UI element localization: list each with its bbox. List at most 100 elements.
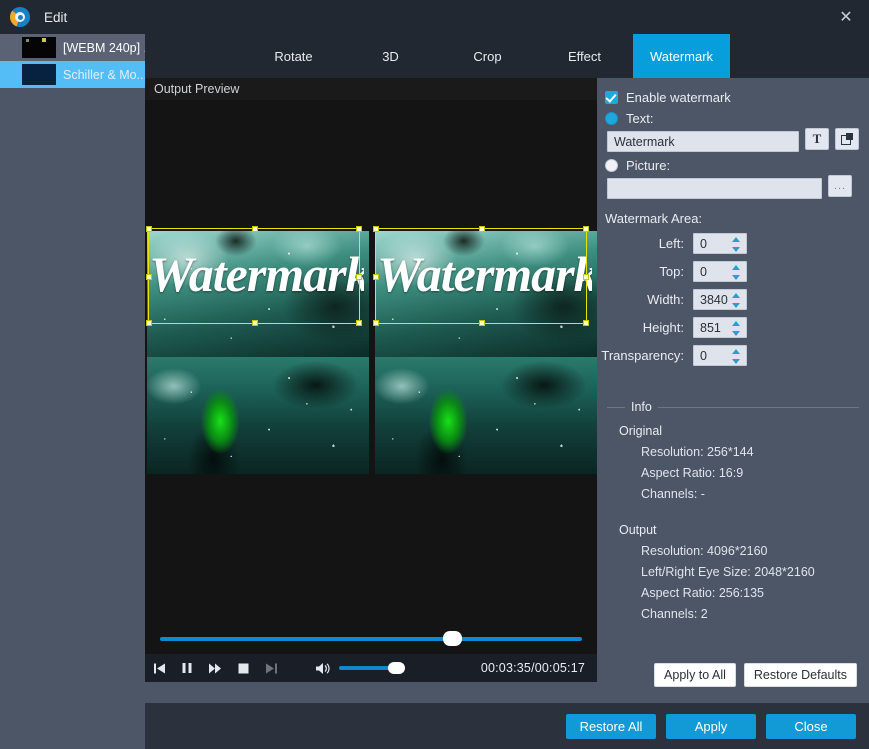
picture-option-row[interactable]: Picture: <box>605 158 869 173</box>
info-title: Info <box>625 400 658 414</box>
file-list-sidebar: [WEBM 240p] .. Schiller & Mo... <box>0 34 145 749</box>
stepper-arrows[interactable] <box>732 293 741 308</box>
output-channels: Channels: 2 <box>641 607 708 621</box>
panel-action-buttons: Apply to All Restore Defaults <box>654 663 857 687</box>
original-channels: Channels: - <box>641 487 705 501</box>
stepper-arrows[interactable] <box>732 321 741 336</box>
watermark-selection-box-left[interactable] <box>146 226 362 326</box>
height-stepper[interactable]: 851 <box>693 317 747 338</box>
list-item[interactable]: Schiller & Mo... <box>0 61 145 88</box>
watermark-picture-input[interactable] <box>607 178 822 199</box>
transparency-label: Transparency: <box>601 348 684 363</box>
watermark-selection-box-right[interactable] <box>373 226 589 326</box>
enable-watermark-checkbox[interactable] <box>605 91 618 104</box>
preview-filler <box>145 682 597 703</box>
text-radio[interactable] <box>605 112 618 125</box>
restore-defaults-button[interactable]: Restore Defaults <box>743 663 857 687</box>
picture-option-label: Picture: <box>626 158 671 173</box>
watermark-area-label: Watermark Area: <box>605 211 703 226</box>
right-eye-frame-lower <box>375 357 597 474</box>
window-title: Edit <box>44 9 68 25</box>
transport-controls: 00:03:35/00:05:17 <box>145 654 597 682</box>
width-value: 3840 <box>700 292 728 307</box>
left-label: Left: <box>658 236 684 251</box>
bottom-left-filler <box>0 703 145 749</box>
list-item[interactable]: [WEBM 240p] .. <box>0 34 145 61</box>
restore-all-button[interactable]: Restore All <box>566 713 656 739</box>
apply-to-all-button[interactable]: Apply to All <box>654 663 736 687</box>
stop-icon[interactable] <box>229 654 257 682</box>
top-field-row: Top: 0 <box>597 261 869 282</box>
layers-color-icon[interactable] <box>835 128 859 150</box>
text-option-label: Text: <box>626 111 654 126</box>
close-icon[interactable]: ✕ <box>823 0 869 34</box>
font-text-icon[interactable]: T <box>805 128 829 150</box>
browse-picture-button[interactable]: ... <box>828 175 852 197</box>
text-option-row[interactable]: Text: <box>605 111 869 126</box>
dialog-footer: Restore All Apply Close <box>145 703 869 749</box>
preview-title: Output Preview <box>154 82 240 96</box>
video-canvas[interactable]: Watermark Watermark <box>145 100 597 623</box>
output-resolution: Resolution: 4096*2160 <box>641 544 768 558</box>
texture-overlay <box>375 357 597 474</box>
tab-3d[interactable]: 3D <box>342 34 439 78</box>
transparency-field-row: Transparency: 0 <box>597 345 869 366</box>
transparency-value: 0 <box>700 348 707 363</box>
output-heading: Output <box>619 523 657 537</box>
time-display: 00:03:35/00:05:17 <box>480 661 585 675</box>
stepper-arrows[interactable] <box>732 265 741 280</box>
output-aspect-ratio: Aspect Ratio: 256:135 <box>641 586 764 600</box>
skip-previous-icon[interactable] <box>145 654 173 682</box>
tab-crop[interactable]: Crop <box>439 34 536 78</box>
left-stepper[interactable]: 0 <box>693 233 747 254</box>
original-aspect-ratio: Aspect Ratio: 16:9 <box>641 466 744 480</box>
close-button[interactable]: Close <box>766 713 856 739</box>
output-preview-panel: Output Preview Watermark Watermark 00:03… <box>145 78 597 682</box>
seek-track[interactable] <box>160 630 582 646</box>
picture-radio[interactable] <box>605 159 618 172</box>
stepper-arrows[interactable] <box>732 237 741 252</box>
top-label: Top: <box>659 264 684 279</box>
seek-handle[interactable] <box>442 630 462 646</box>
height-value: 851 <box>700 320 721 335</box>
tab-watermark[interactable]: Watermark <box>633 34 730 78</box>
watermark-text-input[interactable]: Watermark <box>607 131 799 152</box>
apply-button[interactable]: Apply <box>666 713 756 739</box>
watermark-settings-panel: Enable watermark Text: Watermark T Pictu… <box>597 78 869 703</box>
enable-watermark-row[interactable]: Enable watermark <box>605 90 869 105</box>
pause-icon[interactable] <box>173 654 201 682</box>
texture-overlay <box>147 357 369 474</box>
top-value: 0 <box>700 264 707 279</box>
stepper-arrows[interactable] <box>732 349 741 364</box>
transparency-stepper[interactable]: 0 <box>693 345 747 366</box>
tab-bar: Rotate 3D Crop Effect Watermark <box>145 34 869 78</box>
edit-window: Edit ✕ [WEBM 240p] .. Schiller & Mo... R… <box>0 0 869 749</box>
left-eye-frame-lower <box>147 357 369 474</box>
width-label: Width: <box>647 292 684 307</box>
width-stepper[interactable]: 3840 <box>693 289 747 310</box>
original-heading: Original <box>619 424 663 438</box>
volume-slider[interactable] <box>339 662 405 674</box>
tab-rotate[interactable]: Rotate <box>245 34 342 78</box>
volume-handle[interactable] <box>388 662 405 674</box>
title-bar: Edit ✕ <box>0 0 869 34</box>
top-stepper[interactable]: 0 <box>693 261 747 282</box>
file-label: [WEBM 240p] .. <box>63 40 145 55</box>
file-thumbnail <box>22 37 56 58</box>
text-input-row: Watermark T <box>597 126 869 152</box>
picture-input-row: ... <box>597 173 869 199</box>
left-field-row: Left: 0 <box>597 233 869 254</box>
original-resolution: Resolution: 256*144 <box>641 445 754 459</box>
enable-watermark-label: Enable watermark <box>626 90 731 105</box>
app-logo-icon <box>10 7 30 27</box>
stereo-frame-bottom <box>147 357 597 474</box>
fast-forward-icon[interactable] <box>201 654 229 682</box>
left-value: 0 <box>700 236 707 251</box>
info-fieldset: Info Original Resolution: 256*144 Aspect… <box>607 400 859 645</box>
volume-icon[interactable] <box>315 662 331 675</box>
seek-bar[interactable] <box>145 623 597 654</box>
width-field-row: Width: 3840 <box>597 289 869 310</box>
tab-effect[interactable]: Effect <box>536 34 633 78</box>
file-label: Schiller & Mo... <box>63 67 145 82</box>
skip-next-icon[interactable] <box>257 654 285 682</box>
